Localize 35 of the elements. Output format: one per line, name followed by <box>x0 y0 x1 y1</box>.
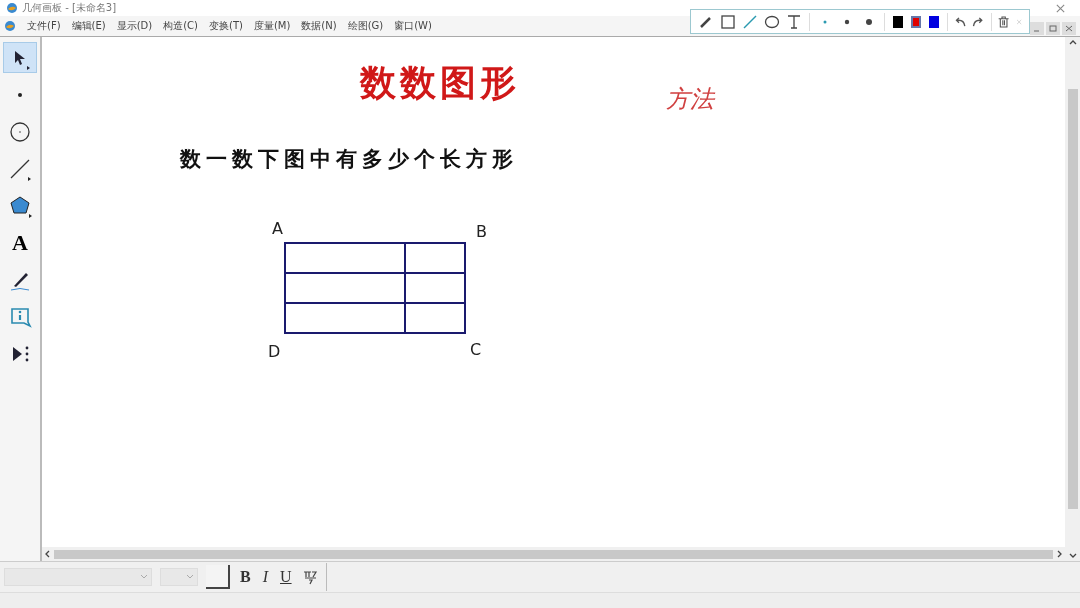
trash-icon[interactable] <box>997 13 1011 30</box>
close-icon[interactable] <box>1055 2 1066 14</box>
menu-item[interactable]: 文件(F) <box>27 19 61 33</box>
color-swatch[interactable] <box>910 15 922 28</box>
point-label: A <box>272 219 283 238</box>
canvas-title: 数数图形 <box>360 61 520 105</box>
menu-item[interactable]: 绘图(G) <box>347 19 384 33</box>
vertical-scrollbar[interactable] <box>1067 89 1078 509</box>
app-icon <box>4 20 16 32</box>
math-format-icon[interactable] <box>301 569 318 585</box>
horizontal-scrollbar[interactable] <box>54 549 1053 559</box>
arrow-tool-icon[interactable] <box>3 42 37 73</box>
underline-button[interactable]: U <box>278 568 294 586</box>
point-label: D <box>268 342 281 361</box>
rect-tool-icon[interactable] <box>719 12 737 31</box>
italic-button[interactable]: I <box>260 568 270 586</box>
menu-item[interactable]: 窗口(W) <box>394 19 432 33</box>
point-label: B <box>476 222 487 241</box>
color-picker[interactable] <box>206 565 230 589</box>
app-icon <box>6 2 18 14</box>
bold-button[interactable]: B <box>238 568 253 586</box>
menu-item[interactable]: 构造(C) <box>163 19 198 33</box>
color-swatch[interactable] <box>892 15 903 28</box>
menu-item[interactable]: 数据(N) <box>301 19 337 33</box>
menu-item[interactable]: 度量(M) <box>253 19 291 33</box>
menu-item[interactable]: 显示(D) <box>116 19 153 33</box>
text-tool-icon[interactable]: A <box>3 227 37 258</box>
menu-item[interactable]: 变换(T) <box>209 19 243 33</box>
text-tool-icon[interactable] <box>785 12 803 31</box>
question-text: 数一数下图中有多少个长方形 <box>180 146 518 173</box>
window-title: 几何画板 - [未命名3] <box>22 1 117 15</box>
handwritten-note: 方法 <box>666 84 714 115</box>
color-swatch[interactable] <box>929 15 940 28</box>
point-label: C <box>470 340 482 359</box>
menu-item[interactable]: 编辑(E) <box>71 19 106 33</box>
